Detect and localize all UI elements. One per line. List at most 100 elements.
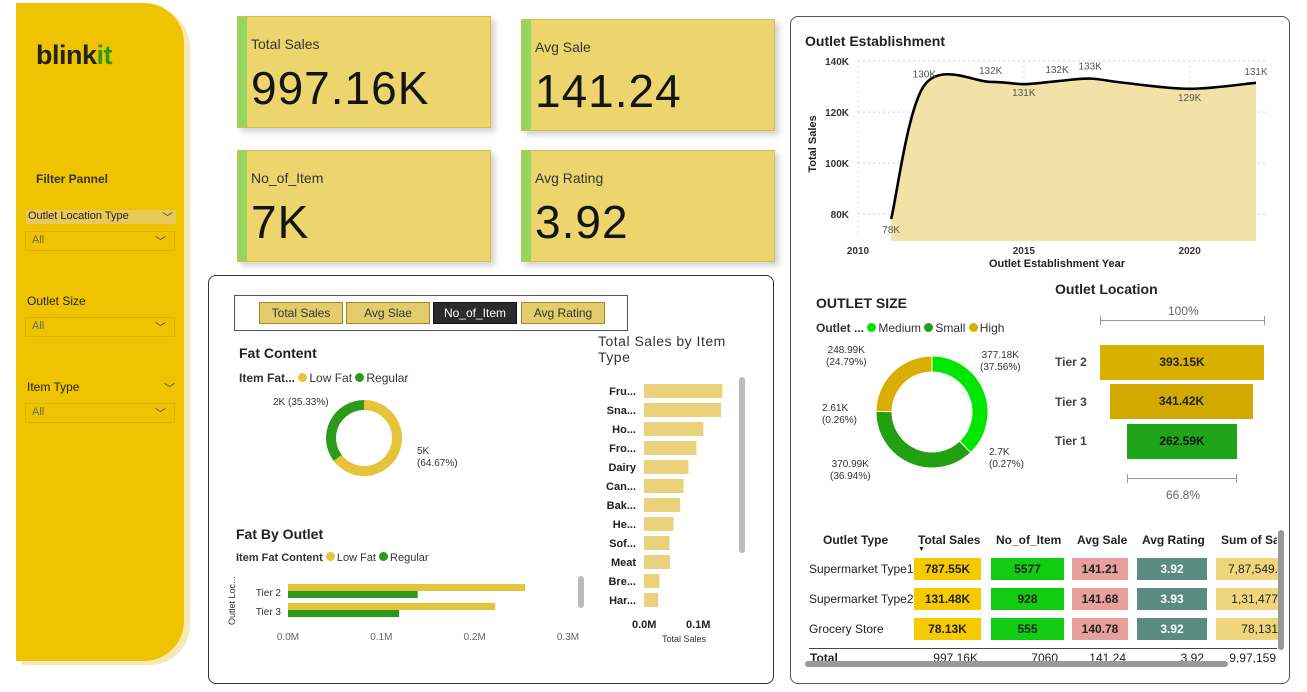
table-header-avg-sale[interactable]: Avg Sale <box>1077 533 1127 547</box>
outlet-size-dropdown[interactable]: All ﹀ <box>25 317 175 337</box>
size-label-medium-main: 377.18K (37.56%) <box>980 350 1021 373</box>
chevron-down-icon: ﹀ <box>162 212 173 224</box>
kpi-label: Total Sales <box>251 36 320 52</box>
bar-regular <box>288 591 418 598</box>
fat-regular-label: 2K (35.33%) <box>273 397 329 408</box>
tab-total-sales[interactable]: Total Sales <box>259 302 343 324</box>
kpi-value: 141.24 <box>535 65 682 117</box>
table-cell-sales: 787.55K <box>914 558 981 580</box>
table-cell-sum: 78,131 <box>1216 618 1278 640</box>
bar-low-fat <box>288 584 526 591</box>
x-tick-label: 0.2M <box>464 632 486 643</box>
item-type-tick-label: Fro... <box>609 443 636 455</box>
kpi-label: Avg Sale <box>535 39 591 55</box>
funnel-top-line <box>1100 320 1265 321</box>
outlet-location-filter-label[interactable]: Outlet Location Type ﹀ <box>26 210 176 224</box>
funnel-bottom-line <box>1127 478 1237 479</box>
item-type-bar <box>644 441 697 455</box>
table-cell-avg: 140.78 <box>1072 618 1128 640</box>
chevron-down-icon: ﹀ <box>155 322 166 334</box>
outlet-size-title: OUTLET SIZE <box>816 295 907 311</box>
table-cell-items: 928 <box>991 588 1064 610</box>
funnel-tick <box>1100 316 1101 325</box>
y-axis-label: Total Sales <box>807 115 819 172</box>
item-type-tick-label: Can... <box>606 481 636 493</box>
funnel-bar-tier3[interactable]: 341.42K <box>1110 384 1253 419</box>
chevron-down-icon: ﹀ <box>155 408 166 420</box>
kpi-value: 997.16K <box>251 62 430 114</box>
table-vertical-scrollbar[interactable] <box>1278 530 1284 650</box>
y-tick-label: 80K <box>831 210 850 221</box>
table-cell-rating: 3.93 <box>1137 588 1207 610</box>
item-type-filter-label[interactable]: Item Type ﹀ <box>27 380 177 395</box>
kpi-label: No_of_Item <box>251 170 324 186</box>
chart-scrollbar[interactable] <box>739 377 745 553</box>
data-label: 133K <box>1078 62 1102 73</box>
item-type-bar <box>644 479 684 493</box>
tab-avg-rating[interactable]: Avg Rating <box>521 302 605 324</box>
x-tick-label: 2010 <box>847 246 870 257</box>
y-tick-label: 140K <box>825 57 850 68</box>
legend-dot-low-fat <box>298 373 308 382</box>
outlet-size-legend: Outlet ... Medium Small High <box>816 321 1005 335</box>
item-type-bar <box>644 460 689 474</box>
funnel-tick <box>1236 474 1237 483</box>
fat-content-title: Fat Content <box>239 345 317 361</box>
funnel-bottom-pct: 66.8% <box>1166 488 1201 502</box>
table-cell-items: 5577 <box>991 558 1064 580</box>
kpi-accent-bar <box>238 17 247 127</box>
fat-by-outlet-yaxis-label: Outlet Loc... <box>227 576 237 625</box>
size-label-high: 248.99K (24.79%) <box>826 345 867 368</box>
x-axis-label: Total Sales <box>662 634 707 644</box>
outlet-location-dropdown[interactable]: All ﹀ <box>25 231 175 251</box>
item-type-bar <box>644 574 660 588</box>
item-type-tick-label: Bre... <box>608 576 636 588</box>
tab-avg-slae[interactable]: Avg Slae <box>346 302 430 324</box>
outlet-size-donut <box>875 355 989 469</box>
table-header-total-sales[interactable]: Total Sales ▼ <box>918 533 980 553</box>
table-cell-avg: 141.68 <box>1072 588 1128 610</box>
funnel-tier-label: Tier 3 <box>1055 395 1087 409</box>
chart-scrollbar[interactable] <box>578 576 584 608</box>
item-type-dropdown[interactable]: All ﹀ <box>25 403 175 423</box>
donut-slice-regular <box>326 400 364 461</box>
fat-by-outlet-title: Fat By Outlet <box>236 526 324 542</box>
item-type-bar-chart: Fru... Sna... Ho... Fro... Dairy Can... Bak...… <box>606 384 723 644</box>
item-type-bar <box>644 403 721 417</box>
chevron-down-icon: ﹀ <box>155 236 166 248</box>
size-label-medium-minor: 2.7K (0.27%) <box>989 447 1025 470</box>
funnel-bar-tier2[interactable]: 393.15K <box>1100 345 1264 380</box>
funnel-tick <box>1264 316 1265 325</box>
kpi-accent-bar <box>522 20 531 130</box>
table-cell-rating: 3.92 <box>1137 618 1207 640</box>
funnel-tick <box>1127 474 1128 483</box>
table-header-sum-of-sales[interactable]: Sum of Sa <box>1221 533 1277 547</box>
item-type-tick-label: He... <box>613 519 636 531</box>
kpi-total-sales: Total Sales 997.16K <box>237 16 491 128</box>
x-axis-label: Outlet Establishment Year <box>989 258 1126 270</box>
item-type-tick-label: Fru... <box>609 386 636 398</box>
data-label: 129K <box>1178 93 1202 104</box>
table-horizontal-scrollbar[interactable] <box>805 661 1228 667</box>
data-label: 132K <box>979 66 1003 77</box>
brand-logo: blinkit <box>36 40 113 70</box>
outlet-establishment-title: Outlet Establishment <box>805 33 946 49</box>
funnel-top-pct: 100% <box>1168 304 1199 318</box>
table-header-avg-rating[interactable]: Avg Rating <box>1142 533 1205 547</box>
table-header-outlet-type[interactable]: Outlet Type <box>823 533 888 547</box>
size-label-small-main: 370.99K (36.94%) <box>830 459 871 482</box>
funnel-bar-tier1[interactable]: 262.59K <box>1127 424 1237 459</box>
table-cell-rating: 3.92 <box>1137 558 1207 580</box>
tab-no-of-item[interactable]: No_of_Item <box>433 302 517 324</box>
table-header-no-of-item[interactable]: No_of_Item <box>996 533 1061 547</box>
data-label: 131K <box>1012 88 1036 99</box>
legend-dot-regular <box>379 552 389 561</box>
x-tick-label: 0.1M <box>370 632 392 643</box>
item-type-tick-label: Har... <box>609 595 636 607</box>
kpi-no-of-item: No_of_Item 7K <box>237 150 491 262</box>
y-tick-label: 100K <box>825 159 850 170</box>
legend-dot-regular <box>355 373 365 382</box>
size-label-small-minor: 2.61K (0.26%) <box>822 403 858 426</box>
bar-low-fat <box>288 603 496 610</box>
x-tick-label: 0.3M <box>557 632 579 643</box>
